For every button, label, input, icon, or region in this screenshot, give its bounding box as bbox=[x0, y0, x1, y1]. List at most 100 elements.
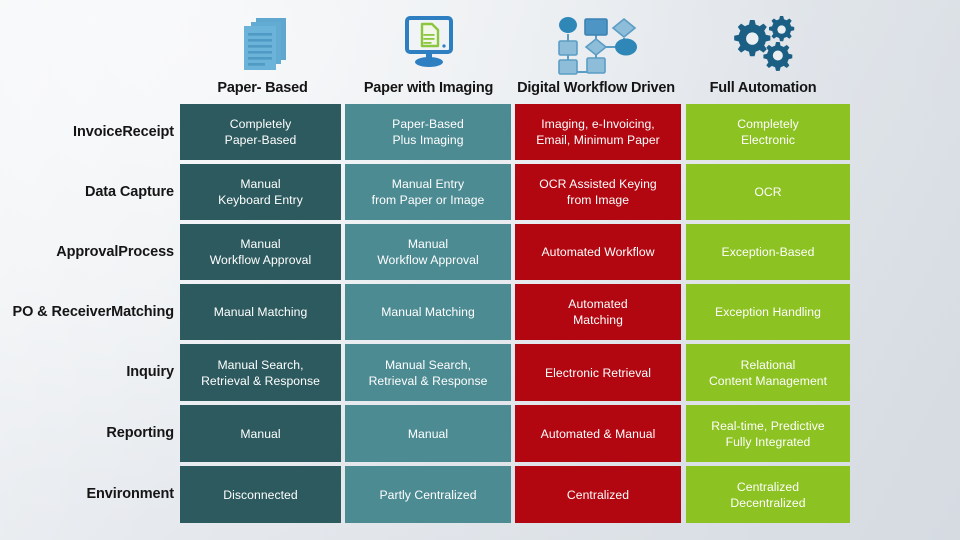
column-header-row: Paper- Based Paper with Imaging Digital … bbox=[180, 4, 846, 100]
matrix-cell-line: Manual Search, bbox=[384, 357, 472, 372]
matrix-cell: Manual bbox=[345, 405, 511, 462]
matrix-cell-line: Disconnected bbox=[223, 487, 298, 502]
column-header-label: Paper- Based bbox=[217, 80, 308, 96]
matrix-cell: OCR bbox=[686, 164, 850, 220]
monitor-document-icon bbox=[397, 12, 461, 78]
matrix-cell-line: Retrieval & Response bbox=[368, 373, 488, 388]
matrix-cell-line: Matching bbox=[573, 313, 623, 327]
column-header-label: Digital Workflow Driven bbox=[517, 80, 675, 96]
matrix-cell-line: Content Management bbox=[708, 373, 828, 388]
matrix-cell-line: Workflow Approval bbox=[209, 253, 312, 267]
matrix-cell-line: Keyboard Entry bbox=[218, 193, 303, 207]
row-label: Environment bbox=[0, 466, 174, 523]
matrix-cell: Completely Electronic bbox=[686, 104, 850, 160]
matrix-cell-line: Automated & Manual bbox=[540, 426, 656, 441]
matrix-cell-line: Relational bbox=[740, 357, 796, 372]
matrix-cell-line: Manual Matching bbox=[381, 305, 475, 319]
row-label: Data Capture bbox=[0, 164, 174, 220]
matrix-cell: Manual Workflow Approval bbox=[345, 224, 511, 280]
column-header-full-automation: Full Automation bbox=[680, 4, 846, 100]
matrix-cell-line: Email, Minimum Paper bbox=[536, 133, 660, 147]
row-label-line: Approval bbox=[56, 243, 119, 260]
matrix-row: Inquiry Manual Search, Retrieval & Respons… bbox=[0, 344, 960, 401]
matrix-cell: Manual Search, Retrieval & Response bbox=[345, 344, 511, 401]
matrix-cell-line: Fully Integrated bbox=[725, 434, 811, 449]
column-header-paper-with-imaging: Paper with Imaging bbox=[345, 4, 512, 100]
matrix-cell-line: Exception Handling bbox=[715, 305, 821, 319]
matrix-cell-line: Paper-Based bbox=[392, 117, 464, 131]
matrix-cell: Partly Centralized bbox=[345, 466, 511, 523]
matrix-cell: Centralized Decentralized bbox=[686, 466, 850, 523]
matrix-cell: Imaging, e-Invoicing, Email, Minimum Pape… bbox=[515, 104, 681, 160]
matrix-cell: Manual Keyboard Entry bbox=[180, 164, 341, 220]
matrix-cell: Manual bbox=[180, 405, 341, 462]
matrix-cell-line: Real-time, Predictive bbox=[711, 418, 825, 433]
matrix-cell-line: Manual bbox=[240, 426, 281, 441]
row-label: Reporting bbox=[0, 405, 174, 462]
row-label-line: Environment bbox=[86, 486, 174, 502]
matrix-cell: Automated & Manual bbox=[515, 405, 681, 462]
slide-canvas: Paper- Based Paper with Imaging Digital … bbox=[0, 0, 960, 540]
matrix-cell-line: Exception-Based bbox=[721, 245, 815, 259]
column-header-paper-based: Paper- Based bbox=[180, 4, 345, 100]
matrix-cell-line: Completely bbox=[229, 117, 292, 131]
column-header-digital-workflow-driven: Digital Workflow Driven bbox=[512, 4, 680, 100]
matrix-cell-line: from Paper or Image bbox=[371, 193, 485, 207]
matrix-cell-line: Partly Centralized bbox=[379, 487, 477, 502]
matrix-cell: OCR Assisted Keying from Image bbox=[515, 164, 681, 220]
row-label-line: Receipt bbox=[122, 123, 174, 140]
row-label-line: Process bbox=[118, 243, 174, 260]
matrix-row: PO & ReceiverMatching Manual Matching Manu… bbox=[0, 284, 960, 340]
matrix-cell-line: Workflow Approval bbox=[377, 253, 479, 267]
flowchart-icon bbox=[550, 12, 642, 78]
matrix-cell: Real-time, Predictive Fully Integrated bbox=[686, 405, 850, 462]
matrix-cell-line: Electronic bbox=[740, 133, 795, 147]
row-label-line: PO & Receiver bbox=[12, 303, 112, 320]
matrix-cell: Exception-Based bbox=[686, 224, 850, 280]
matrix-cell-line: Manual Matching bbox=[213, 305, 308, 319]
matrix-cell: Exception Handling bbox=[686, 284, 850, 340]
row-label-line: Reporting bbox=[106, 425, 174, 441]
matrix-cell-line: Completely bbox=[737, 117, 799, 131]
matrix-cell-line: Paper-Based bbox=[224, 133, 297, 147]
row-label-line: Matching bbox=[111, 303, 174, 320]
matrix-cell-line: Manual bbox=[407, 426, 449, 441]
matrix-cell: Manual Search, Retrieval & Response bbox=[180, 344, 341, 401]
matrix-cell: Manual Matching bbox=[345, 284, 511, 340]
row-label: PO & ReceiverMatching bbox=[0, 284, 175, 340]
row-label-line: Data Capture bbox=[84, 183, 174, 200]
matrix-cell: Disconnected bbox=[180, 466, 341, 523]
matrix-cell: Automated Matching bbox=[515, 284, 681, 340]
matrix-cell-line: Manual Search, bbox=[217, 357, 304, 372]
matrix-row: Reporting Manual Manual Automated & Manual R… bbox=[0, 405, 960, 462]
matrix-cell-line: Manual bbox=[240, 237, 281, 251]
column-header-label: Full Automation bbox=[709, 80, 817, 96]
matrix-cell: Manual Entry from Paper or Image bbox=[345, 164, 511, 220]
matrix-cell-line: OCR Assisted Keying bbox=[539, 177, 657, 191]
matrix-cell: Automated Workflow bbox=[515, 224, 681, 280]
matrix-cell-line: Centralized bbox=[566, 487, 630, 502]
column-header-label: Paper with Imaging bbox=[363, 80, 494, 96]
matrix-cell: Paper-Based Plus Imaging bbox=[345, 104, 511, 160]
row-label: Inquiry bbox=[0, 344, 174, 401]
row-label-line: Inquiry bbox=[126, 364, 174, 380]
matrix-cell-line: Decentralized bbox=[730, 495, 806, 510]
matrix-row: ApprovalProcess Manual Workflow Approval Ma… bbox=[0, 224, 960, 280]
matrix-cell-line: Retrieval & Response bbox=[201, 373, 320, 388]
matrix-row: InvoiceReceipt Completely Paper-Based Paper… bbox=[0, 104, 960, 160]
matrix-cell-line: Automated Workflow bbox=[541, 245, 655, 259]
matrix-cell-line: Automated bbox=[568, 297, 628, 311]
matrix-cell-line: Imaging, e-Invoicing, bbox=[541, 117, 655, 131]
matrix-cell-line: Plus Imaging bbox=[392, 133, 464, 147]
gears-icon bbox=[726, 12, 800, 78]
matrix-cell: Centralized bbox=[515, 466, 681, 523]
matrix-row: Data Capture Manual Keyboard Entry Manual E… bbox=[0, 164, 960, 220]
paper-stack-icon bbox=[234, 12, 292, 78]
matrix-cell-line: Manual bbox=[407, 237, 449, 251]
matrix-cell: Electronic Retrieval bbox=[515, 344, 681, 401]
matrix-cell: Relational Content Management bbox=[686, 344, 850, 401]
row-label: InvoiceReceipt bbox=[0, 104, 174, 160]
matrix-cell: Completely Paper-Based bbox=[180, 104, 341, 160]
row-label-line: Invoice bbox=[73, 123, 123, 140]
row-label: ApprovalProcess bbox=[0, 224, 174, 280]
